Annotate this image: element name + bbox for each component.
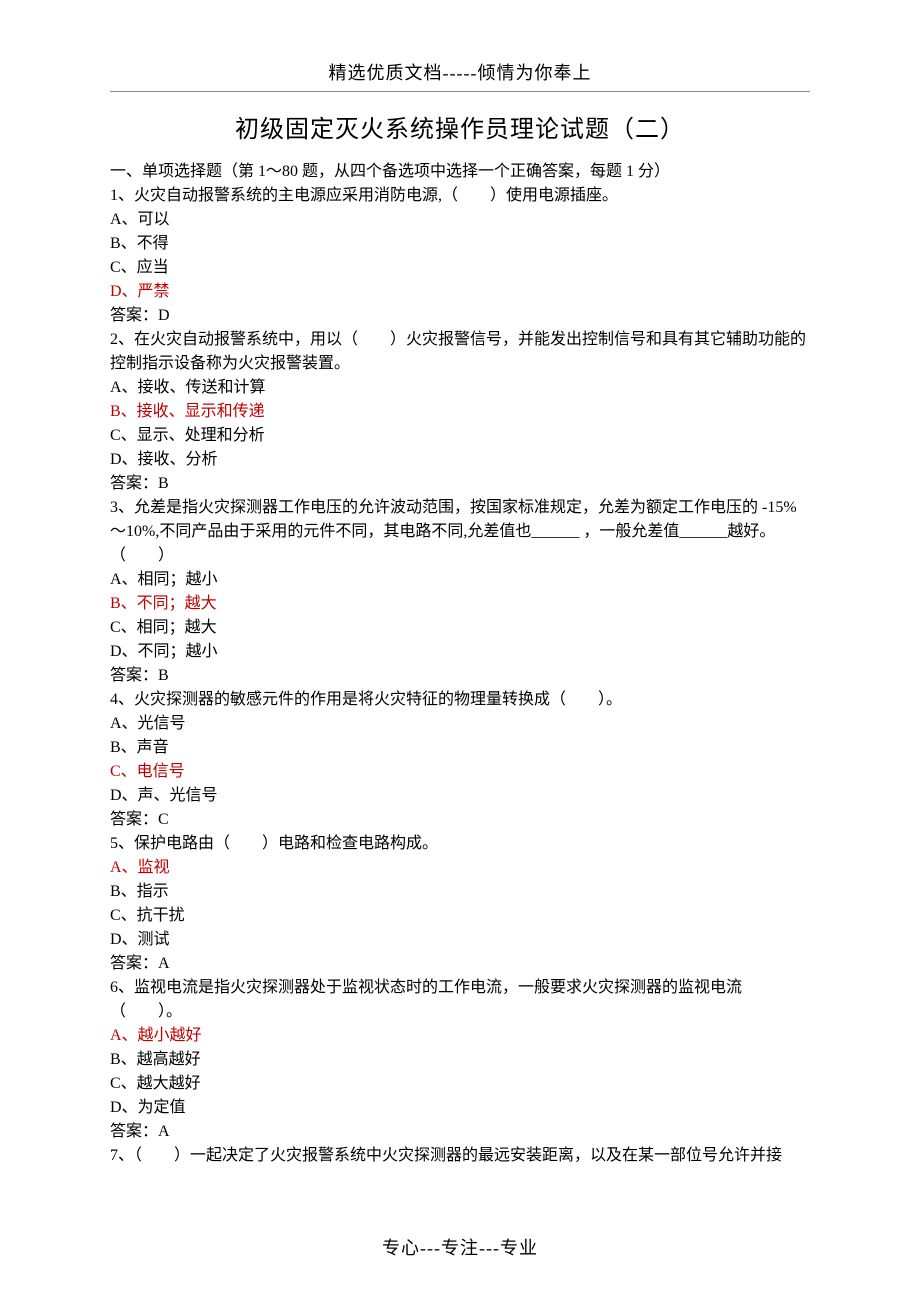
page-footer: 专心---专注---专业	[0, 1235, 920, 1262]
page-header: 精选优质文档-----倾情为你奉上	[110, 60, 810, 92]
question-answer: 答案：D	[110, 304, 810, 328]
question-option: D、严禁	[110, 280, 810, 304]
question-option: A、接收、传送和计算	[110, 376, 810, 400]
question-option: C、抗干扰	[110, 904, 810, 928]
question-option: C、显示、处理和分析	[110, 424, 810, 448]
page: 精选优质文档-----倾情为你奉上 初级固定灭火系统操作员理论试题（二） 一、单…	[0, 0, 920, 1302]
question-option: D、为定值	[110, 1096, 810, 1120]
question-option: D、声、光信号	[110, 784, 810, 808]
question-stem: 1、火灾自动报警系统的主电源应采用消防电源,（ ）使用电源插座。	[110, 184, 810, 208]
question-option: C、应当	[110, 256, 810, 280]
question-stem: 2、在火灾自动报警系统中，用以（ ）火灾报警信号，并能发出控制信号和具有其它辅助…	[110, 328, 810, 376]
question-option: A、可以	[110, 208, 810, 232]
question-option: B、不同；越大	[110, 592, 810, 616]
question-answer: 答案：B	[110, 472, 810, 496]
question-option: C、越大越好	[110, 1072, 810, 1096]
question-answer: 答案：B	[110, 664, 810, 688]
question-option: B、不得	[110, 232, 810, 256]
content-body: 一、单项选择题（第 1～80 题，从四个备选项中选择一个正确答案，每题 1 分）…	[110, 160, 810, 1168]
question-option: B、越高越好	[110, 1048, 810, 1072]
question-stem: （ ）。	[110, 1000, 810, 1024]
question-option: D、测试	[110, 928, 810, 952]
question-option: D、接收、分析	[110, 448, 810, 472]
question-option: D、不同；越小	[110, 640, 810, 664]
document-title: 初级固定灭火系统操作员理论试题（二）	[110, 112, 810, 148]
question-answer: 答案：A	[110, 952, 810, 976]
question-option: C、电信号	[110, 760, 810, 784]
question-option: C、相同；越大	[110, 616, 810, 640]
question-option: A、光信号	[110, 712, 810, 736]
question-answer: 答案：C	[110, 808, 810, 832]
question-option: A、相同；越小	[110, 568, 810, 592]
question-stem: 7、（ ）一起决定了火灾报警系统中火灾探测器的最远安装距离，以及在某一部位号允许…	[110, 1144, 810, 1168]
question-stem: 5、保护电路由（ ）电路和检查电路构成。	[110, 832, 810, 856]
section-intro: 一、单项选择题（第 1～80 题，从四个备选项中选择一个正确答案，每题 1 分）	[110, 160, 810, 184]
question-stem: 3、允差是指火灾探测器工作电压的允许波动范围，按国家标准规定，允差为额定工作电压…	[110, 496, 810, 568]
question-stem: 4、火灾探测器的敏感元件的作用是将火灾特征的物理量转换成（ ）。	[110, 688, 810, 712]
question-option: A、监视	[110, 856, 810, 880]
question-option: B、指示	[110, 880, 810, 904]
question-stem: 6、监视电流是指火灾探测器处于监视状态时的工作电流，一般要求火灾探测器的监视电流	[110, 976, 810, 1000]
question-answer: 答案：A	[110, 1120, 810, 1144]
question-option: B、声音	[110, 736, 810, 760]
question-option: A、越小越好	[110, 1024, 810, 1048]
question-option: B、接收、显示和传递	[110, 400, 810, 424]
